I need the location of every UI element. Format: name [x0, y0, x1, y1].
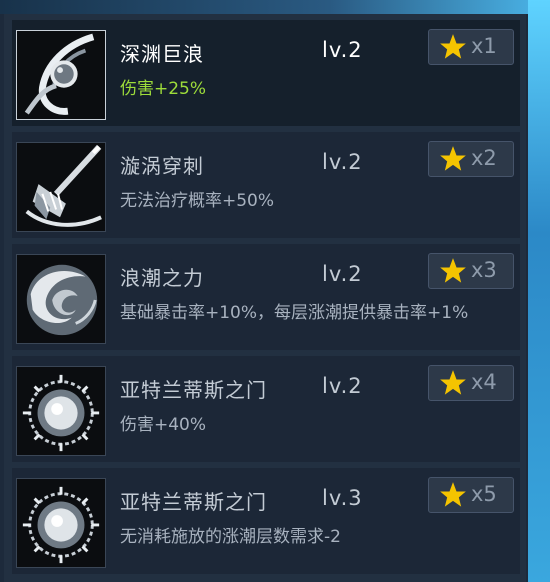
star-multiplier: x2 [471, 146, 497, 170]
skill-name: 亚特兰蒂斯之门 [120, 490, 267, 514]
skill-name: 浪潮之力 [120, 266, 204, 290]
side-glow [528, 0, 550, 582]
star-cost-badge: x4 [428, 365, 514, 401]
star-icon [440, 258, 466, 283]
skill-row-3[interactable]: 浪潮之力 lv.2 x3 基础暴击率+10%，每层涨潮提供暴击率+1% [12, 244, 520, 350]
skill-description: 无消耗施放的涨潮层数需求-2 [120, 527, 341, 547]
skill-row-4[interactable]: 亚特兰蒂斯之门 lv.2 x4 伤害+40% [12, 356, 520, 462]
star-icon [440, 34, 466, 59]
whirlpool-planet-icon [16, 30, 106, 120]
skill-row-2[interactable]: 漩涡穿刺 lv.2 x2 无法治疗概率+50% [12, 132, 520, 238]
skill-level: lv.2 [322, 150, 363, 174]
star-multiplier: x3 [471, 258, 497, 282]
star-icon [440, 146, 466, 171]
portal-orb-icon [16, 366, 106, 456]
star-cost-badge: x5 [428, 477, 514, 513]
water-spear-icon [16, 142, 106, 232]
skill-name: 漩涡穿刺 [120, 154, 204, 178]
skill-name: 亚特兰蒂斯之门 [120, 378, 267, 402]
star-cost-badge: x2 [428, 141, 514, 177]
star-icon [440, 482, 466, 507]
skill-level: lv.2 [322, 38, 363, 62]
portal-orb-icon [16, 478, 106, 568]
top-banner [0, 0, 550, 14]
star-cost-badge: x1 [428, 29, 514, 65]
skill-description: 无法治疗概率+50% [120, 191, 275, 211]
skill-list-panel: 深渊巨浪 lv.2 x1 伤害+25% 漩涡穿刺 lv.2 x2 无法治疗概率+… [4, 14, 526, 582]
skill-level: lv.2 [322, 262, 363, 286]
star-multiplier: x5 [471, 482, 497, 506]
skill-row-1[interactable]: 深渊巨浪 lv.2 x1 伤害+25% [12, 20, 520, 126]
skill-level: lv.2 [322, 374, 363, 398]
skill-description: 伤害+25% [120, 79, 207, 99]
star-icon [440, 370, 466, 395]
skill-description: 基础暴击率+10%，每层涨潮提供暴击率+1% [120, 303, 469, 323]
star-multiplier: x4 [471, 370, 497, 394]
skill-name: 深渊巨浪 [120, 42, 204, 66]
star-multiplier: x1 [471, 34, 497, 58]
skill-row-5[interactable]: 亚特兰蒂斯之门 lv.3 x5 无消耗施放的涨潮层数需求-2 [12, 468, 520, 574]
skill-level: lv.3 [322, 486, 363, 510]
wave-swirl-icon [16, 254, 106, 344]
star-cost-badge: x3 [428, 253, 514, 289]
skill-description: 伤害+40% [120, 415, 207, 435]
